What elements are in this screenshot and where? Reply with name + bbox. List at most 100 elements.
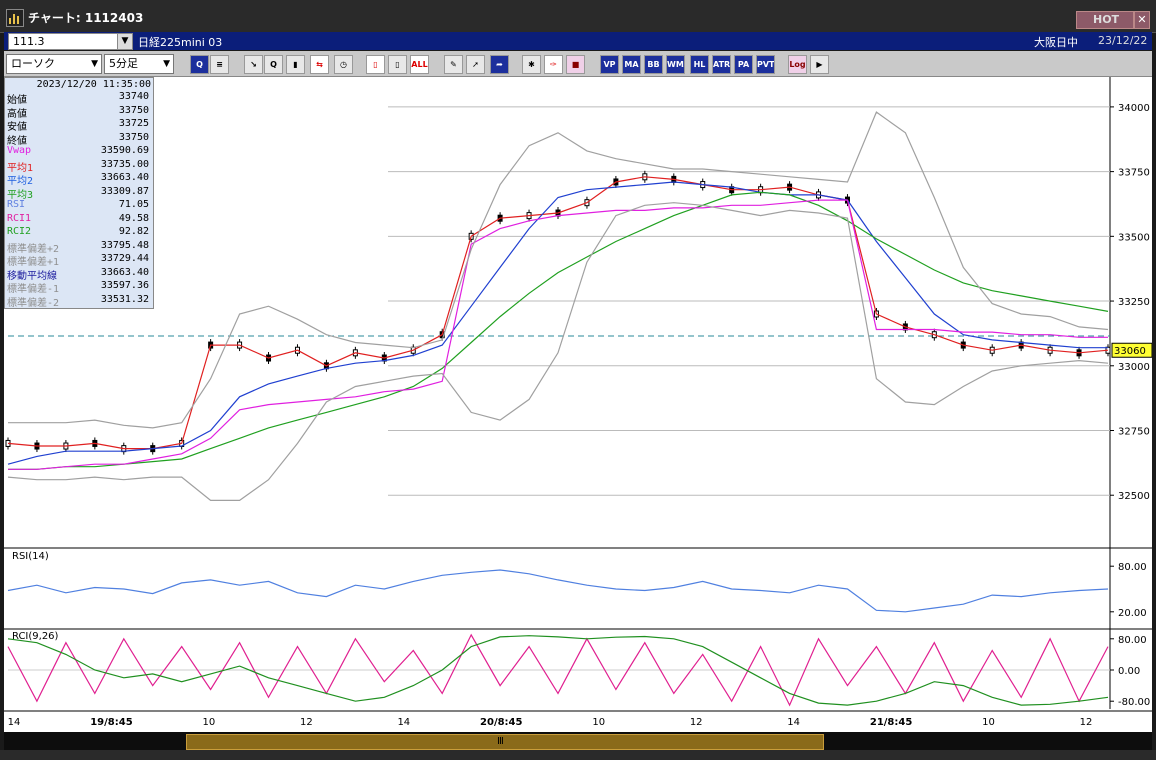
info-value: 33740 — [118, 91, 149, 102]
code-input[interactable]: 111.3 — [8, 33, 118, 50]
info-label: 標準偏差-2 — [7, 297, 60, 309]
info-row: 平均2 33663.40 — [7, 172, 149, 187]
info-row: RCI2 92.82 — [7, 226, 149, 239]
current-price-label: 33060 — [1114, 346, 1146, 357]
info-row: 平均3 33309.87 — [7, 185, 149, 201]
info-value: 33750 — [118, 131, 149, 143]
x-tick-label: 12 — [690, 717, 703, 728]
hl-icon[interactable]: HL — [690, 55, 709, 74]
x-tick-label: 14 — [787, 717, 800, 728]
palette-icon[interactable]: ■ — [566, 55, 585, 74]
hot-button[interactable]: HOT — [1076, 11, 1134, 29]
y-tick-label: 20.00 — [1118, 608, 1147, 619]
instrument-name: 日経225mini 03 — [138, 36, 223, 49]
info-value: 33663.40 — [100, 266, 149, 278]
toolbar: ローソク▼ 5分足▼ Q≡↘Q▮⇆◷▯▯ALL✎➚➦✱✑■VPMABBWMAHL… — [4, 51, 1152, 77]
scroll-thumb[interactable]: Ⅲ — [186, 734, 824, 750]
split-icon[interactable]: ⇆ — [310, 55, 329, 74]
time-scrollbar[interactable]: Ⅲ — [4, 732, 1152, 750]
trend-icon[interactable]: ↘ — [244, 55, 263, 74]
x-tick-label: 21/8:45 — [870, 717, 912, 728]
bb-icon[interactable]: BB — [644, 55, 663, 74]
info-value: 33729.44 — [100, 253, 149, 264]
candle2-icon[interactable]: ▯ — [388, 55, 407, 74]
info-label: RCI2 — [7, 226, 32, 237]
pencil-icon[interactable]: ✎ — [444, 55, 463, 74]
wrench-icon[interactable]: ✑ — [544, 55, 563, 74]
info-value: 33309.87 — [100, 185, 149, 197]
y-tick-label: 33000 — [1118, 362, 1150, 373]
interval-value: 5分足 — [109, 57, 138, 70]
y-tick-label: 32750 — [1118, 427, 1150, 438]
info-label: RSI — [7, 199, 26, 210]
cursor-icon[interactable]: ➚ — [466, 55, 485, 74]
y-tick-label: 33250 — [1118, 297, 1150, 308]
y-tick-label: 34000 — [1118, 103, 1150, 114]
info-label: Vwap — [7, 145, 32, 156]
info-bar: 111.3 ▼ 日経225mini 03 大阪日中 23/12/22 — [4, 32, 1152, 50]
settings-icon[interactable]: ✱ — [522, 55, 541, 74]
series-line-標準偏差+2 — [8, 111, 1109, 429]
info-label: RCI1 — [7, 212, 32, 224]
y-tick-label: -80.00 — [1118, 697, 1150, 708]
x-tick-label: 14 — [8, 717, 21, 728]
info-value: 33597.36 — [100, 280, 149, 291]
info-value: 33735.00 — [100, 158, 149, 170]
arrow-icon[interactable]: ➦ — [490, 55, 509, 74]
x-tick-label: 10 — [203, 717, 216, 728]
pvt-icon[interactable]: PVT — [756, 55, 775, 74]
status-bar — [0, 750, 1156, 760]
chart-type-value: ローソク — [11, 57, 55, 70]
y-tick-label: 33750 — [1118, 168, 1150, 179]
info-value: 33725 — [118, 118, 149, 129]
y-tick-label: 0.00 — [1118, 666, 1140, 677]
x-tick-label: 19/8:45 — [90, 717, 132, 728]
info-timestamp: 2023/12/20 11:35:00 — [36, 79, 151, 90]
info-row: 平均1 33735.00 — [7, 158, 149, 174]
chart-svg[interactable]: 34000 33750 33500 33250 33000 32750 32500 33060… — [4, 77, 1153, 732]
x-tick-label: 14 — [397, 717, 410, 728]
info-value: 49.58 — [118, 212, 149, 224]
info-row: RCI1 49.58 — [7, 213, 149, 226]
info-value: 33795.48 — [100, 239, 149, 251]
session-date: 23/12/22 — [1098, 34, 1148, 47]
market-session: 大阪日中 — [1034, 36, 1078, 49]
series-line-Vwap — [8, 199, 1108, 470]
chevron-down-icon: ▼ — [163, 59, 170, 69]
info-value: 33531.32 — [100, 293, 149, 305]
log-icon[interactable]: Log — [788, 55, 807, 74]
ma-icon[interactable]: MA — [622, 55, 641, 74]
chart-area[interactable]: 34000 33750 33500 33250 33000 32750 32500 33060… — [4, 77, 1153, 732]
all-icon[interactable]: ALL — [410, 55, 429, 74]
y-tick-label: 80.00 — [1118, 635, 1147, 646]
para-icon[interactable]: PA — [734, 55, 753, 74]
wma-icon[interactable]: WMA — [666, 55, 685, 74]
series-line-平均2 — [7, 181, 1108, 465]
info-row: RSI 71.05 — [7, 199, 149, 212]
search-chart-icon[interactable]: Q — [264, 55, 283, 74]
vwap-icon[interactable]: VP — [600, 55, 619, 74]
panel-title: RSI(14) — [12, 551, 49, 562]
chevron-down-icon[interactable]: ▼ — [117, 33, 133, 50]
info-row: 標準偏差+2 33795.48 — [7, 239, 149, 255]
candle-icon[interactable]: ▯ — [366, 55, 385, 74]
bar-icon[interactable]: ▮ — [286, 55, 305, 74]
atr-icon[interactable]: ATR — [712, 55, 731, 74]
clock-icon[interactable]: ◷ — [334, 55, 353, 74]
chart-app-icon — [6, 9, 24, 27]
zoom-icon[interactable]: Q — [190, 55, 209, 74]
info-value: 33590.69 — [100, 145, 149, 156]
y-tick-label: 33500 — [1118, 232, 1150, 243]
info-value: 92.82 — [118, 226, 149, 237]
list-icon[interactable]: ≡ — [210, 55, 229, 74]
interval-select[interactable]: 5分足 ▼ — [104, 54, 174, 74]
info-value: 33663.40 — [100, 172, 149, 183]
export-icon[interactable]: ▶ — [810, 55, 829, 74]
grip-icon: Ⅲ — [497, 736, 504, 747]
info-value: 71.05 — [118, 199, 149, 210]
close-button[interactable]: ✕ — [1134, 11, 1150, 29]
chart-type-select[interactable]: ローソク ▼ — [6, 54, 102, 74]
info-row: 高値 33750 — [7, 105, 149, 120]
info-row: 安値 33725 — [7, 118, 149, 133]
window-title: チャート: 1112403 — [28, 11, 144, 25]
